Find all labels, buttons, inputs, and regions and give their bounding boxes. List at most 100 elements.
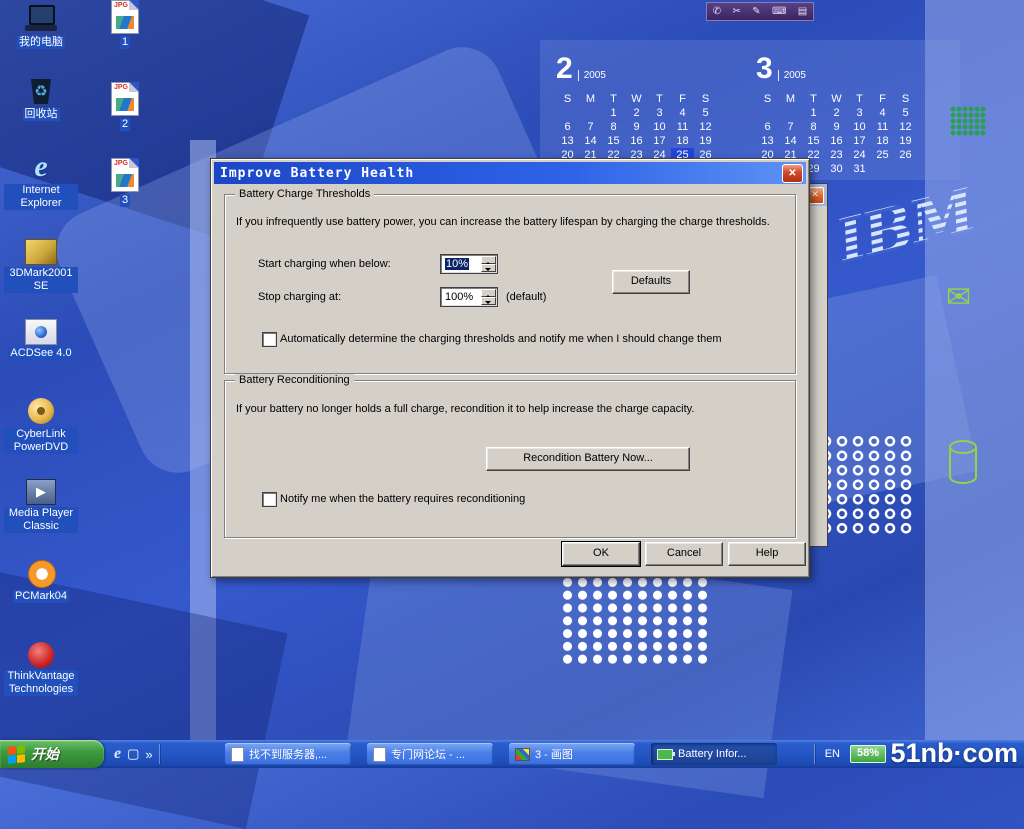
weekday-header: M	[579, 92, 602, 106]
icon-label: CyberLink PowerDVD	[4, 428, 78, 454]
pen-icon[interactable]: ✎	[752, 6, 760, 17]
help-button[interactable]: Help	[728, 542, 806, 566]
desktop-file-3[interactable]: JPG 3	[88, 158, 162, 207]
desktop-icon-media-player-classic[interactable]: ▶ Media Player Classic	[4, 476, 78, 533]
jpg-file-icon: JPG	[111, 0, 139, 34]
calendar-day: 5	[694, 106, 717, 120]
3dmark-icon	[25, 239, 57, 265]
envelope-icon: ✉	[946, 280, 971, 315]
acdsee-icon	[25, 319, 57, 345]
overflow-chevron-icon[interactable]: »	[145, 747, 152, 762]
jpg-file-icon: JPG	[111, 158, 139, 192]
desktop-icon-recycle-bin[interactable]: ♻ 回收站	[4, 76, 78, 121]
calendar-day: 16	[825, 134, 848, 148]
recondition-battery-button[interactable]: Recondition Battery Now...	[486, 447, 690, 471]
task-paint[interactable]: 3 - 画图	[509, 743, 635, 765]
calendar-day	[579, 106, 602, 120]
calendar-day: 30	[825, 162, 848, 176]
weekday-header: T	[802, 92, 825, 106]
desktop-icon-internet-explorer[interactable]: e Internet Explorer	[4, 152, 78, 210]
task-battery-information[interactable]: Battery Infor...	[651, 743, 777, 765]
calendar-day: 10	[648, 120, 671, 134]
task-server-not-found[interactable]: 找不到服务器,...	[225, 743, 351, 765]
calendar-day: 13	[756, 134, 779, 148]
weekday-header: S	[894, 92, 917, 106]
auto-determine-checkbox[interactable]	[262, 332, 277, 347]
stop-charging-label: Stop charging at:	[258, 291, 341, 303]
media-player-classic-icon: ▶	[26, 479, 56, 505]
presentation-toolbar[interactable]: ✆ ✂ ✎ ⌨ ▤	[706, 2, 814, 21]
start-label: 开始	[31, 744, 59, 764]
calendar-day: 4	[871, 106, 894, 120]
month-year: 2005	[778, 70, 806, 81]
desktop-icon-powerdvd[interactable]: CyberLink PowerDVD	[4, 396, 78, 454]
desktop-icon-acdsee[interactable]: ACDSee 4.0	[4, 316, 78, 360]
ok-button[interactable]: OK	[562, 542, 640, 566]
improve-battery-health-dialog: Improve Battery Health ✕ Battery Charge …	[210, 158, 810, 578]
pcmark-icon	[24, 558, 58, 588]
spin-down-icon[interactable]	[481, 264, 496, 272]
weekday-header: F	[871, 92, 894, 106]
cancel-button[interactable]: Cancel	[645, 542, 723, 566]
weekday-header: W	[825, 92, 848, 106]
calendar-day: 12	[694, 120, 717, 134]
start-charging-spinner[interactable]: 10%	[440, 254, 498, 274]
start-charging-label: Start charging when below:	[258, 258, 391, 270]
thinkvantage-icon	[28, 642, 54, 668]
spin-down-icon[interactable]	[481, 297, 496, 305]
keyboard-icon[interactable]: ⌨	[772, 6, 786, 17]
calendar-day: 2	[825, 106, 848, 120]
taskbar: 开始 e ▢ » 找不到服务器,... 专门网论坛 - ... 3 - 画图 B…	[0, 740, 1024, 768]
weekday-header: S	[756, 92, 779, 106]
calendar-day: 18	[871, 134, 894, 148]
separator	[159, 744, 160, 764]
calendar-day: 19	[894, 134, 917, 148]
spin-up-icon[interactable]	[481, 289, 496, 297]
calendar-day	[894, 162, 917, 176]
separator	[814, 744, 815, 764]
battery-percent-badge[interactable]: 58%	[850, 745, 886, 763]
green-grid-icon	[950, 106, 986, 136]
language-indicator[interactable]: EN	[825, 748, 840, 760]
task-forum[interactable]: 专门网论坛 - ...	[367, 743, 493, 765]
calendar-day: 19	[694, 134, 717, 148]
show-desktop-icon[interactable]: ▢	[127, 746, 139, 762]
stop-charging-value: 100%	[445, 291, 473, 303]
handheld-icon[interactable]: ✆	[713, 6, 721, 17]
calendar-day: 8	[802, 120, 825, 134]
spin-up-icon[interactable]	[481, 256, 496, 264]
scissors-icon[interactable]: ✂	[732, 6, 740, 17]
cylinder-icon	[946, 438, 980, 491]
calendar-day: 12	[894, 120, 917, 134]
desktop-icon-pcmark04[interactable]: PCMark04	[4, 558, 78, 603]
stop-charging-spinner[interactable]: 100%	[440, 287, 498, 307]
desktop-icon-my-computer[interactable]: 我的电脑	[4, 4, 78, 49]
notify-reconditioning-checkbox[interactable]	[262, 492, 277, 507]
start-charging-value: 10%	[445, 258, 469, 270]
dialog-titlebar[interactable]: Improve Battery Health ✕	[214, 162, 806, 184]
desktop-file-1[interactable]: JPG 1	[88, 0, 162, 49]
desktop-file-2[interactable]: JPG 2	[88, 82, 162, 131]
month-number: 3	[756, 54, 773, 84]
start-button[interactable]: 开始	[0, 740, 104, 768]
calendar-day	[871, 162, 894, 176]
calendar-day: 17	[848, 134, 871, 148]
weekday-headers: SMTWTFS	[756, 92, 917, 106]
icon-label: Media Player Classic	[4, 507, 78, 533]
close-icon[interactable]: ✕	[782, 164, 803, 183]
desktop-icon-thinkvantage[interactable]: ThinkVantage Technologies	[4, 640, 78, 696]
defaults-button[interactable]: Defaults	[612, 270, 690, 294]
internet-explorer-icon[interactable]: e	[114, 745, 121, 763]
calendar-day	[556, 106, 579, 120]
calendar-day	[779, 106, 802, 120]
notes-icon[interactable]: ▤	[798, 6, 807, 17]
month-year: 2005	[578, 70, 606, 81]
paint-icon	[515, 748, 530, 761]
calendar-day: 8	[602, 120, 625, 134]
desktop-icon-3dmark2001[interactable]: 3DMark2001 SE	[4, 236, 78, 293]
calendar-day: 31	[848, 162, 871, 176]
default-note: (default)	[506, 291, 546, 303]
internet-explorer-icon: e	[24, 152, 58, 182]
icon-label: ACDSee 4.0	[8, 347, 73, 360]
weekday-header: W	[625, 92, 648, 106]
